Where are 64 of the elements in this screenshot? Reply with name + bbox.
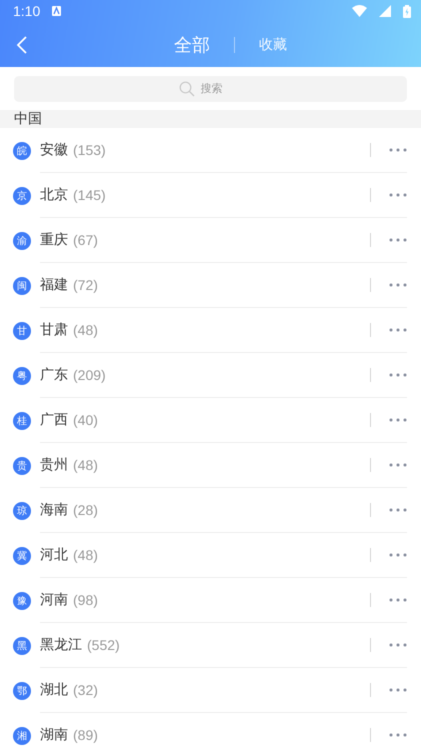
more-icon	[389, 193, 407, 197]
region-count: (153)	[73, 142, 106, 158]
more-icon	[389, 508, 407, 512]
region-badge: 黑	[13, 636, 31, 654]
region-badge: 桂	[13, 412, 31, 430]
region-count: (145)	[73, 187, 106, 203]
region-count: (209)	[73, 367, 106, 383]
region-count: (40)	[73, 412, 98, 428]
region-badge: 鄂	[13, 682, 31, 700]
more-icon	[389, 463, 407, 467]
region-count: (48)	[73, 457, 98, 473]
status-time: 1:10	[13, 3, 40, 19]
search-icon	[178, 81, 194, 97]
region-name[interactable]: 重庆	[40, 231, 68, 249]
region-count: (48)	[73, 547, 98, 563]
region-badge: 豫	[13, 592, 31, 610]
more-icon	[389, 553, 407, 557]
region-badge: 闽	[13, 276, 31, 294]
region-count: (28)	[73, 502, 98, 518]
region-count: (98)	[73, 592, 98, 608]
search-field[interactable]: 搜索	[198, 82, 242, 96]
region-name[interactable]: 甘肃	[40, 321, 68, 339]
region-count: (552)	[87, 637, 120, 653]
region-count: (48)	[73, 322, 98, 338]
more-icon	[389, 238, 407, 242]
region-name[interactable]: 广东	[40, 366, 68, 384]
more-icon	[389, 148, 407, 152]
region-badge: 甘	[13, 322, 31, 340]
region-badge: 渝	[13, 232, 31, 250]
region-badge: 皖	[13, 142, 31, 160]
region-badge: 琼	[13, 502, 31, 520]
notification-icon	[52, 6, 62, 16]
signal-icon	[379, 5, 391, 17]
battery-icon	[403, 4, 411, 18]
more-icon	[389, 733, 407, 737]
section-header: 中国	[0, 110, 421, 128]
region-badge: 冀	[13, 546, 31, 564]
region-count: (89)	[73, 727, 98, 743]
region-count: (32)	[73, 682, 98, 698]
region-count: (67)	[73, 232, 98, 248]
region-badge: 贵	[13, 456, 31, 474]
region-name[interactable]: 河北	[40, 546, 68, 564]
region-name[interactable]: 河南	[40, 591, 68, 609]
more-icon	[389, 328, 407, 332]
more-icon	[389, 643, 407, 647]
more-icon	[389, 418, 407, 422]
region-name[interactable]: 安徽	[40, 141, 68, 159]
more-icon	[389, 598, 407, 602]
more-icon	[389, 373, 407, 377]
region-count: (72)	[73, 277, 98, 293]
region-badge: 湘	[13, 726, 31, 744]
region-badge: 京	[13, 186, 31, 204]
region-name[interactable]: 湖北	[40, 681, 68, 699]
region-name[interactable]: 贵州	[40, 456, 68, 474]
more-icon	[389, 688, 407, 692]
region-name[interactable]: 广西	[40, 411, 68, 429]
region-name[interactable]: 北京	[40, 186, 68, 204]
region-name[interactable]: 黑龙江	[40, 636, 82, 654]
region-name[interactable]: 湖南	[40, 726, 68, 744]
region-badge: 粤	[13, 366, 31, 384]
more-icon	[389, 283, 407, 287]
wifi-icon	[352, 5, 367, 17]
region-name[interactable]: 海南	[40, 501, 68, 519]
region-name[interactable]: 福建	[40, 276, 68, 294]
